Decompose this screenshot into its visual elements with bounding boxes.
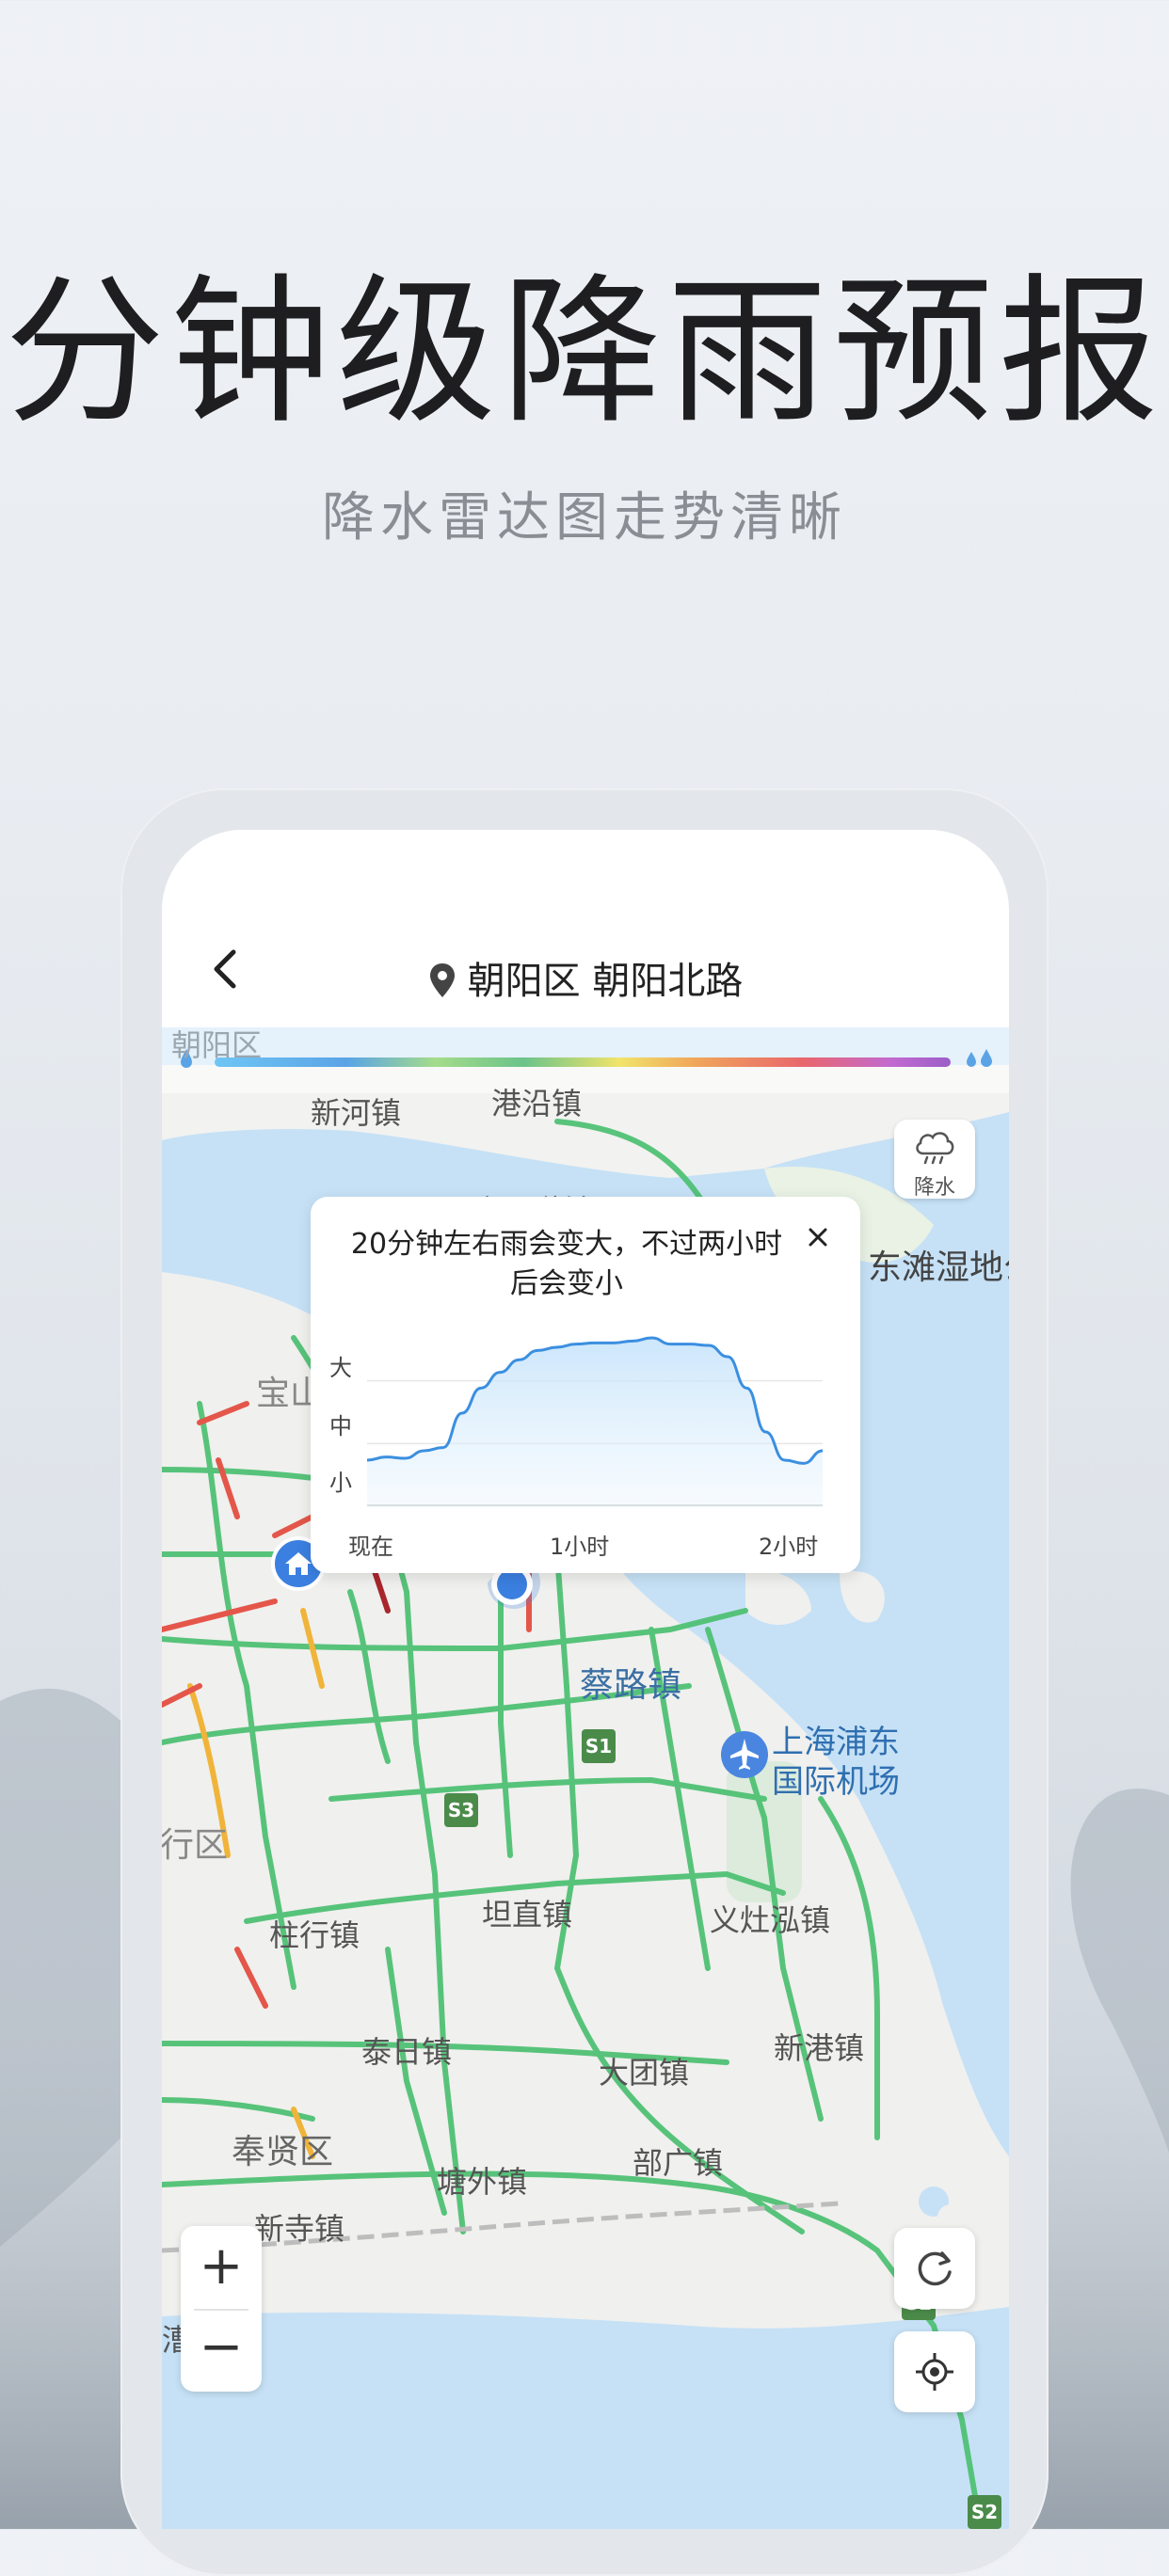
precipitation-layer-button[interactable]: 降水 xyxy=(894,1120,975,1200)
map-label-tanzhi: 坦直镇 xyxy=(482,1897,573,1932)
map-label-dongtan: 东滩湿地公 xyxy=(868,1248,1009,1287)
heavy-rain-drops-icon xyxy=(967,1049,992,1067)
map-label-buguang: 部广镇 xyxy=(633,2145,724,2181)
x-tick-now: 现在 xyxy=(348,1534,393,1560)
radar-map[interactable]: 朝阳区 新河镇 港沿镇 高四澈镇 东滩湿地公 宝山 蔡路镇 上海浦东 国际机场 … xyxy=(162,1027,1009,2529)
map-label-airport-line1: 上海浦东 xyxy=(772,1724,900,1761)
zoom-controls: + − xyxy=(181,2226,262,2392)
locate-crosshair-icon xyxy=(916,2353,953,2391)
road-badge-s1: S1 xyxy=(582,1729,616,1763)
map-label-minhang: 行区 xyxy=(162,1826,229,1865)
precipitation-scale: 朝阳区 xyxy=(162,1027,1009,1093)
refresh-icon xyxy=(918,2251,952,2286)
road-badge-s3: S3 xyxy=(444,1793,478,1827)
close-icon[interactable] xyxy=(804,1223,832,1251)
map-label-faded: 朝阳区 xyxy=(171,1027,263,1063)
refresh-button[interactable] xyxy=(894,2228,975,2309)
map-label-gangyan: 港沿镇 xyxy=(491,1086,583,1121)
map-label-airport-line2: 国际机场 xyxy=(772,1763,900,1801)
airport-icon xyxy=(721,1731,768,1778)
map-label-cailu: 蔡路镇 xyxy=(580,1666,682,1705)
zoom-out-button[interactable]: − xyxy=(181,2316,262,2377)
zoom-divider xyxy=(194,2309,248,2311)
precipitation-layer-label: 降水 xyxy=(913,1176,955,1200)
forecast-message: 20分钟左右雨会变大，不过两小时后会变小 xyxy=(350,1228,783,1300)
x-tick-2h: 2小时 xyxy=(759,1534,819,1560)
map-label-xinsi: 新寺镇 xyxy=(254,2211,345,2247)
cloud-rain-icon xyxy=(916,1132,954,1165)
precipitation-trend-chart xyxy=(367,1336,823,1507)
y-level-small: 小 xyxy=(329,1470,352,1496)
forecast-popup: 20分钟左右雨会变大，不过两小时后会变小 大 中 小 现在 1小时 2小时 xyxy=(311,1197,860,1573)
x-tick-1h: 1小时 xyxy=(550,1534,610,1560)
chart-area-series xyxy=(367,1338,823,1507)
map-label-zhuhang: 柱行镇 xyxy=(269,1917,360,1953)
zoom-in-button[interactable]: + xyxy=(181,2235,262,2297)
y-level-large: 大 xyxy=(329,1355,352,1381)
map-label-datuan: 大团镇 xyxy=(599,2055,690,2091)
map-label-fengxian: 奉贤区 xyxy=(232,2133,334,2171)
map-label-tangwai: 塘外镇 xyxy=(437,2164,528,2200)
map-label-yizhao: 义灶泓镇 xyxy=(710,1902,831,1938)
location-text: 朝阳区 朝阳北路 xyxy=(467,960,744,1003)
y-level-medium: 中 xyxy=(329,1413,352,1439)
map-label-xinhe: 新河镇 xyxy=(311,1095,402,1131)
map-label-tairi: 泰日镇 xyxy=(361,2034,453,2070)
location-title[interactable]: 朝阳区 朝阳北路 xyxy=(162,950,1009,1005)
map-label-xingang: 新港镇 xyxy=(774,2030,865,2066)
precipitation-scale-bar xyxy=(215,1057,951,1067)
road-badge-s2-lower: S2 xyxy=(968,2495,1001,2529)
promo-headline: 分钟级降雨预报 xyxy=(4,260,1164,446)
locate-button[interactable] xyxy=(894,2331,975,2412)
promo-subheadline: 降水雷达图走势清晰 xyxy=(322,487,847,549)
location-pin-icon xyxy=(429,963,455,997)
navigation-bar: 朝阳区 朝阳北路 xyxy=(162,830,1009,1027)
phone-screen: 朝阳区 朝阳北路 朝阳区 新河镇 港沿镇 东滩湿地 宝山 蔡路镇 上海浦东 国际… xyxy=(162,830,1009,2529)
